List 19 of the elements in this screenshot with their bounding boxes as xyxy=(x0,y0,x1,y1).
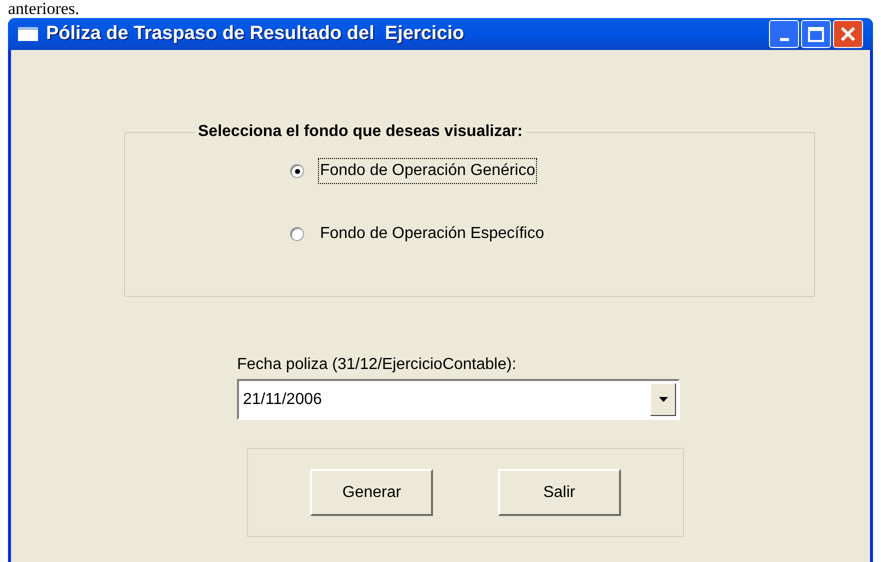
dialog-button[interactable]: Generar xyxy=(310,469,434,516)
maximize-icon xyxy=(808,26,824,42)
radio-button[interactable] xyxy=(290,227,304,241)
page-text: anteriores. xyxy=(8,0,80,18)
close-icon xyxy=(840,26,856,42)
window-title: Póliza de Traspaso de Resultado del Ejercicio xyxy=(46,22,464,46)
minimize-icon xyxy=(780,38,788,41)
maximize-button[interactable] xyxy=(801,20,831,48)
window-icon xyxy=(18,27,38,41)
radio-option[interactable]: Fondo de Operación Específico xyxy=(290,222,546,246)
minimize-button[interactable] xyxy=(769,20,799,48)
group-legend: Selecciona el fondo que deseas visualizar: xyxy=(195,120,526,144)
date-label: Fecha poliza (31/12/EjercicioContable): xyxy=(237,355,518,375)
dialog-button[interactable]: Salir xyxy=(498,469,621,516)
dropdown-arrow-button[interactable] xyxy=(650,383,676,416)
close-button[interactable] xyxy=(833,20,863,48)
caret-icon xyxy=(658,397,668,402)
date-combobox[interactable]: 21/11/2006 xyxy=(237,379,680,420)
radio-button[interactable] xyxy=(290,164,304,178)
